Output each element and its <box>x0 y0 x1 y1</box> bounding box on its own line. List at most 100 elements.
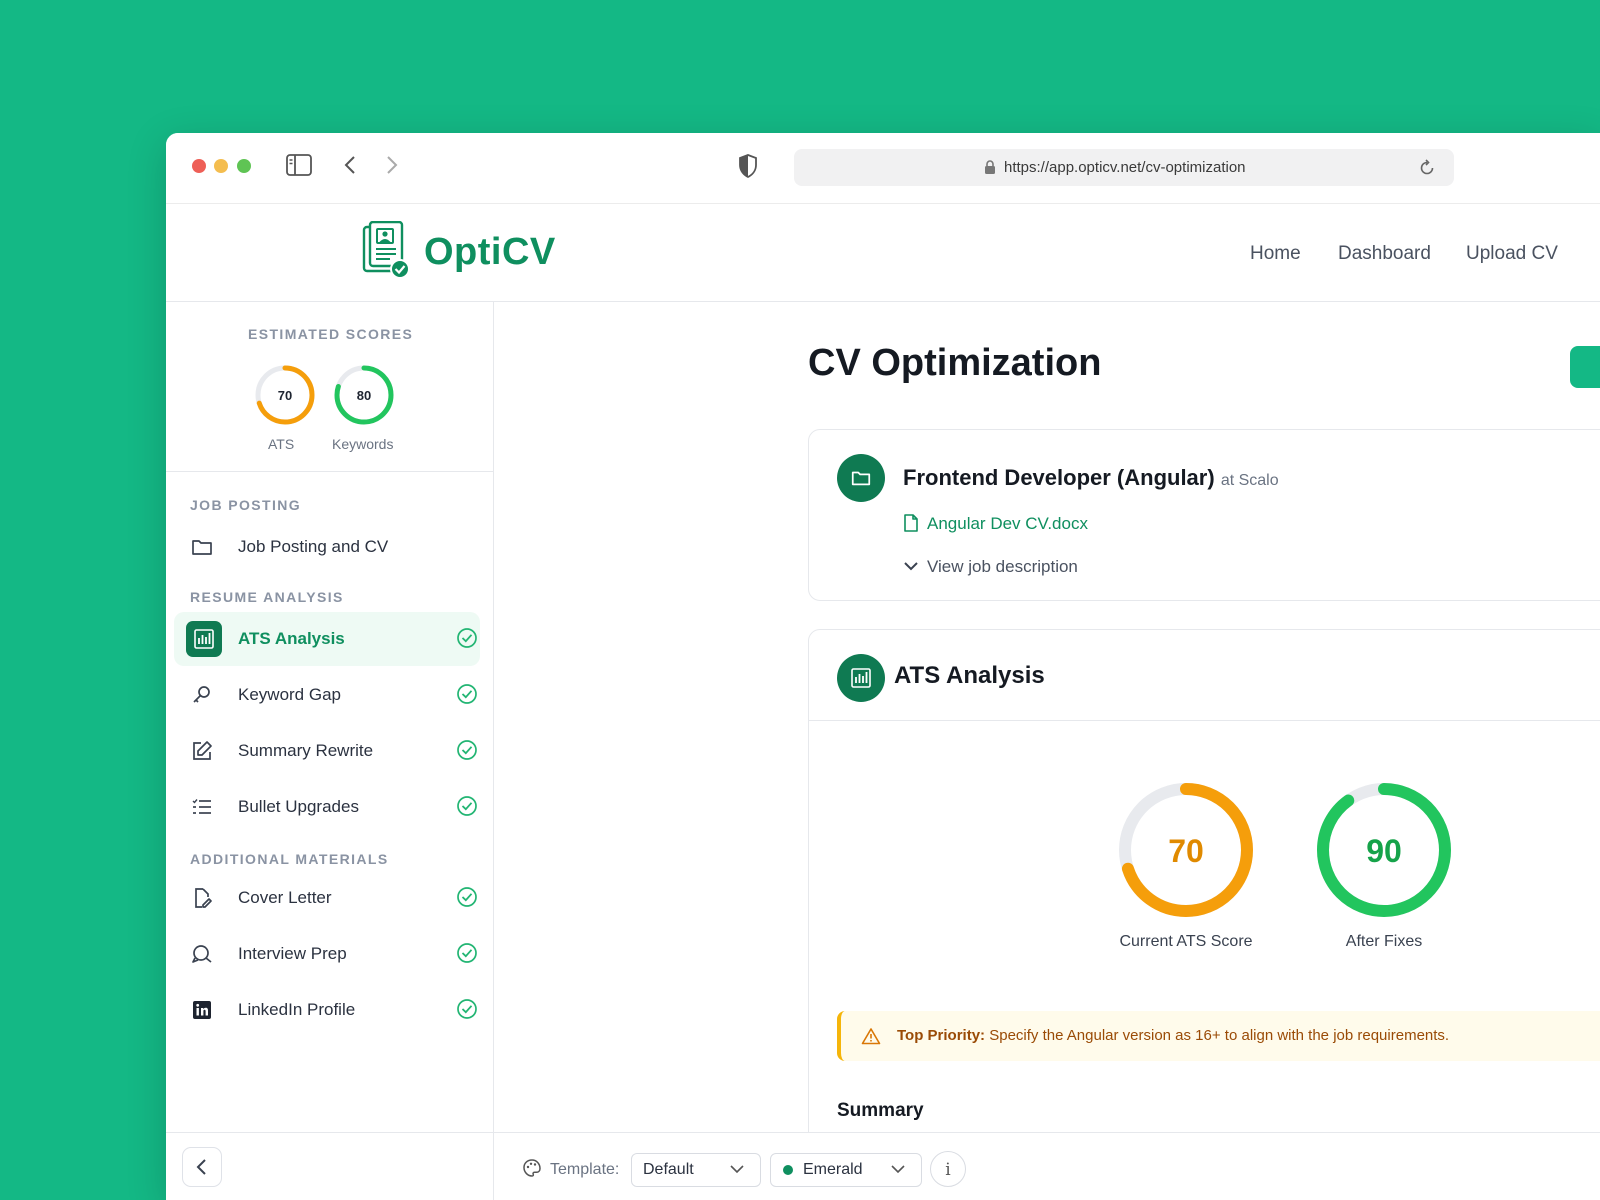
collapse-sidebar-button[interactable] <box>182 1147 222 1187</box>
sidebar-item-label: Summary Rewrite <box>238 741 374 760</box>
check-circle-icon <box>457 628 477 648</box>
chevron-down-icon <box>730 1165 744 1174</box>
folder-icon <box>851 471 871 486</box>
current-ats-score-label: Current ATS Score <box>1119 933 1253 950</box>
sidebar-item-ats-analysis[interactable]: ATS Analysis <box>174 612 480 666</box>
list-icon <box>192 799 211 814</box>
after-fixes-score-value: 90 <box>1366 833 1402 869</box>
shield-icon[interactable] <box>738 154 758 178</box>
template-toolbar: Template: Default Emerald i <box>494 1132 1600 1200</box>
template-label: Template: <box>550 1161 620 1178</box>
lock-icon <box>985 160 995 174</box>
sidebar-item-label: LinkedIn Profile <box>238 1000 356 1019</box>
keywords-score-value: 80 <box>357 388 371 403</box>
address-bar[interactable]: https://app.opticv.net/cv-optimization <box>794 149 1454 186</box>
job-title: Frontend Developer (Angular) at Scalo <box>903 465 1279 491</box>
edit-icon <box>193 741 212 760</box>
theme-color-dot <box>783 1165 793 1175</box>
sidebar-item-label: Cover Letter <box>238 888 332 907</box>
theme-select[interactable]: Emerald <box>770 1153 922 1187</box>
sidebar-item-cover-letter[interactable]: Cover Letter <box>174 871 480 925</box>
ats-card-title: ATS Analysis <box>894 662 1045 689</box>
nav-home[interactable]: Home <box>1250 243 1301 265</box>
back-arrow-icon[interactable] <box>342 154 358 176</box>
current-ats-score-value: 70 <box>1168 833 1204 869</box>
close-window-button[interactable] <box>192 159 206 173</box>
sidebar-item-label: ATS Analysis <box>238 629 345 648</box>
check-circle-icon <box>457 999 477 1019</box>
job-title-text: Frontend Developer (Angular) <box>903 465 1215 490</box>
ats-score-value: 70 <box>278 388 292 403</box>
priority-text: Specify the Angular version as 16+ to al… <box>989 1027 1450 1044</box>
job-posting-heading: JOB POSTING <box>190 497 302 513</box>
sidebar-item-label: Job Posting and CV <box>238 537 389 556</box>
template-select-value: Default <box>643 1161 694 1178</box>
template-select[interactable]: Default <box>631 1153 761 1187</box>
document-icon <box>904 514 918 532</box>
cv-file-link[interactable]: Angular Dev CV.docx <box>927 514 1088 534</box>
bar-chart-icon <box>186 621 222 657</box>
browser-window: https://app.opticv.net/cv-optimization O… <box>166 133 1600 1200</box>
after-fixes-score-ring: 90 <box>1317 783 1451 917</box>
chevron-down-icon <box>904 562 918 571</box>
job-posting-card: Frontend Developer (Angular) at Scalo An… <box>808 429 1600 601</box>
sidebar-item-summary-rewrite[interactable]: Summary Rewrite <box>174 724 480 778</box>
linkedin-icon <box>193 1001 211 1019</box>
current-ats-score-ring: 70 <box>1119 783 1253 917</box>
check-circle-icon <box>457 796 477 816</box>
document-edit-icon <box>195 888 212 908</box>
key-icon <box>193 686 210 703</box>
brand-name[interactable]: OptiCV <box>424 231 556 274</box>
sidebar-item-interview-prep[interactable]: Interview Prep <box>174 927 480 981</box>
divider <box>809 720 1600 721</box>
chevron-left-icon <box>196 1159 206 1175</box>
additional-materials-heading: ADDITIONAL MATERIALS <box>190 851 389 867</box>
divider <box>166 471 493 472</box>
reload-icon[interactable] <box>1418 159 1436 177</box>
sidebar-item-label: Keyword Gap <box>238 685 341 704</box>
check-circle-icon <box>457 943 477 963</box>
sidebar-item-linkedin-profile[interactable]: LinkedIn Profile <box>174 983 480 1037</box>
top-priority-alert: Top Priority: Specify the Angular versio… <box>837 1011 1600 1061</box>
sidebar: ESTIMATED SCORES 70 ATS 80 Keywords JOB … <box>166 302 494 1132</box>
sidebar-item-label: Bullet Upgrades <box>238 797 359 816</box>
bar-chart-icon <box>851 668 871 688</box>
after-fixes-score-label: After Fixes <box>1345 933 1423 950</box>
keywords-score-label: Keywords <box>332 436 394 452</box>
maximize-window-button[interactable] <box>237 159 251 173</box>
nav-upload-cv[interactable]: Upload CV <box>1466 243 1558 265</box>
main-content: CV Optimization Frontend Developer (Angu… <box>494 302 1600 1132</box>
sidebar-item-label: Interview Prep <box>238 944 347 963</box>
job-card-icon <box>837 454 885 502</box>
view-job-description-toggle[interactable]: View job description <box>927 557 1078 577</box>
info-icon: i <box>945 1160 951 1180</box>
primary-action-button[interactable] <box>1570 346 1600 388</box>
keywords-score-ring: 80 <box>334 365 394 425</box>
ats-analysis-card: ATS Analysis 70 Current ATS Score 90 Aft… <box>808 629 1600 1132</box>
warning-icon <box>861 1028 881 1045</box>
check-circle-icon <box>457 684 477 704</box>
chat-icon <box>192 945 212 963</box>
ats-score-ring: 70 <box>255 365 315 425</box>
resume-analysis-heading: RESUME ANALYSIS <box>190 589 344 605</box>
info-button[interactable]: i <box>930 1151 966 1187</box>
sidebar-footer <box>166 1132 494 1200</box>
sidebar-item-keyword-gap[interactable]: Keyword Gap <box>174 668 480 722</box>
chevron-down-icon <box>891 1165 905 1174</box>
ats-card-icon <box>837 654 885 702</box>
priority-message: Top Priority: Specify the Angular versio… <box>897 1027 1449 1044</box>
ats-score-label: ATS <box>268 436 295 452</box>
nav-dashboard[interactable]: Dashboard <box>1338 243 1431 265</box>
app-header: OptiCV Home Dashboard Upload CV <box>166 203 1600 302</box>
sidebar-item-bullet-upgrades[interactable]: Bullet Upgrades <box>174 780 480 834</box>
browser-toolbar: https://app.opticv.net/cv-optimization <box>166 133 1600 204</box>
check-circle-icon <box>457 740 477 760</box>
folder-icon <box>192 540 212 555</box>
sidebar-toggle-icon[interactable] <box>286 154 312 176</box>
minimize-window-button[interactable] <box>214 159 228 173</box>
forward-arrow-icon[interactable] <box>384 154 400 176</box>
summary-heading: Summary <box>837 1100 924 1121</box>
opticv-logo-icon[interactable] <box>362 221 410 279</box>
sidebar-item-job-posting[interactable]: Job Posting and CV <box>174 520 480 574</box>
check-circle-icon <box>457 887 477 907</box>
